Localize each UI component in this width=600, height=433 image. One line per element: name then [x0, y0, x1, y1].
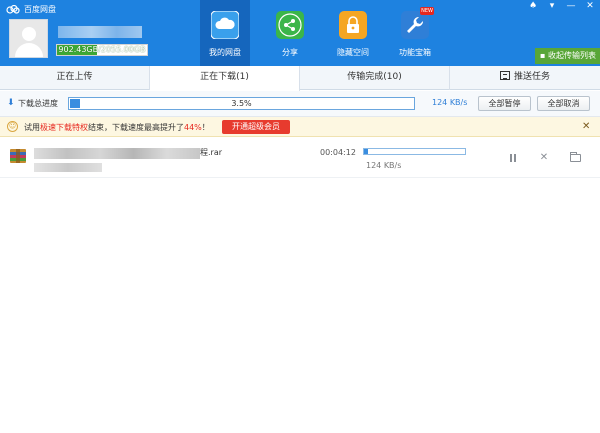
- file-name-suffix: 程.rar: [200, 148, 223, 157]
- file-speed: 124 KB/s: [366, 161, 402, 170]
- open-folder-icon[interactable]: [569, 152, 581, 164]
- lock-icon: [339, 11, 367, 39]
- transfer-tabs: 正在上传 正在下载(1) 传输完成(10) 推送任务: [0, 66, 600, 91]
- minimize-icon[interactable]: —: [565, 1, 577, 11]
- speed-trial-notice: ☺ 试用极速下载特权结束，下载速度最高提升了44%！ 开通超级会员 ✕: [0, 117, 600, 137]
- pause-icon[interactable]: [507, 152, 519, 164]
- file-size-blurred: [34, 163, 102, 172]
- window-controls: ♠ ▾ — ✕: [527, 1, 596, 11]
- overall-progress-bar: 3.5%: [68, 97, 415, 110]
- baidu-cloud-logo-icon: [6, 4, 20, 14]
- notice-message: 试用极速下载特权结束，下载速度最高提升了44%！: [24, 122, 210, 133]
- app-title: 百度网盘: [24, 4, 56, 14]
- overall-progress-label: 下载总进度: [18, 99, 58, 108]
- tab-completed-label: 传输完成(10): [347, 72, 402, 82]
- header-bar: 百度网盘 ♠ ▾ — ✕ 902.43GB/2055.00GB 我的网盘 分享 …: [0, 0, 600, 66]
- storage-quota-text: 902.43GB/2055.00GB: [58, 45, 146, 54]
- nav-hidden-space[interactable]: 隐藏空间: [328, 0, 378, 66]
- file-progress-bar: [363, 148, 466, 155]
- cancel-download-icon[interactable]: ✕: [538, 152, 550, 164]
- nav-share[interactable]: 分享: [265, 0, 315, 66]
- avatar[interactable]: [9, 19, 48, 58]
- notice-prefix: 试用: [24, 123, 40, 132]
- overall-speed: 124 KB/s: [432, 98, 468, 107]
- tab-downloading-label: 正在下载(1): [200, 72, 249, 82]
- nav-share-label: 分享: [282, 48, 298, 57]
- close-icon[interactable]: ✕: [584, 1, 596, 11]
- rar-file-icon: [10, 149, 26, 163]
- smile-icon: ☺: [7, 121, 18, 132]
- file-progress-fill: [364, 149, 368, 154]
- collapse-transfer-list-label: 收起传输列表: [547, 51, 596, 60]
- close-notice-icon[interactable]: ✕: [582, 121, 590, 132]
- overall-progress-row: ⬇ 下载总进度 3.5% 124 KB/s 全部暂停 全部取消: [0, 91, 600, 117]
- tab-push-tasks-label: 推送任务: [513, 72, 550, 82]
- file-remaining-time: 00:04:12: [320, 148, 356, 157]
- file-name-blurred: [34, 148, 200, 159]
- nav-my-netdisk-label: 我的网盘: [209, 48, 241, 57]
- nav-toolbox[interactable]: NEW 功能宝箱: [390, 0, 440, 66]
- notice-middle: 结束，下载速度最高提升了: [88, 123, 184, 132]
- new-badge: NEW: [420, 7, 434, 15]
- settings-dropdown-icon[interactable]: ▾: [546, 1, 558, 11]
- notice-percent: 44%: [184, 123, 202, 132]
- collapse-transfer-list-button[interactable]: ▪ 收起传输列表: [535, 48, 600, 64]
- cancel-all-button[interactable]: 全部取消: [537, 96, 590, 111]
- download-arrow-icon: ⬇: [7, 98, 15, 108]
- avatar-body-shape: [15, 43, 43, 57]
- app-brand: 百度网盘: [6, 3, 56, 15]
- download-list-item[interactable]: 程.rar 00:04:12 124 KB/s ✕: [0, 138, 600, 178]
- overall-progress-percent: 3.5%: [231, 99, 252, 108]
- skin-icon[interactable]: ♠: [527, 1, 539, 11]
- transfer-list-icon: ▪: [540, 51, 548, 60]
- tab-push-tasks[interactable]: 推送任务: [450, 66, 600, 90]
- notice-highlight[interactable]: 极速下载特权: [40, 123, 88, 132]
- pause-all-button[interactable]: 全部暂停: [478, 96, 531, 111]
- nav-my-netdisk[interactable]: 我的网盘: [200, 0, 250, 66]
- tab-completed[interactable]: 传输完成(10): [300, 66, 450, 90]
- share-icon: [276, 11, 304, 39]
- wrench-icon: [401, 11, 429, 39]
- nav-hidden-space-label: 隐藏空间: [337, 48, 369, 57]
- cloud-icon: [210, 10, 240, 40]
- notice-suffix: ！: [201, 123, 210, 132]
- nav-toolbox-label: 功能宝箱: [399, 48, 431, 57]
- tab-uploading[interactable]: 正在上传: [0, 66, 150, 90]
- storage-quota-bar: 902.43GB/2055.00GB: [56, 44, 148, 56]
- avatar-head-shape: [22, 27, 36, 41]
- open-super-vip-button[interactable]: 开通超级会员: [222, 120, 290, 134]
- username-blurred: [58, 26, 142, 38]
- push-task-icon: [499, 71, 510, 80]
- tab-downloading[interactable]: 正在下载(1): [150, 66, 300, 91]
- tab-uploading-label: 正在上传: [56, 72, 93, 82]
